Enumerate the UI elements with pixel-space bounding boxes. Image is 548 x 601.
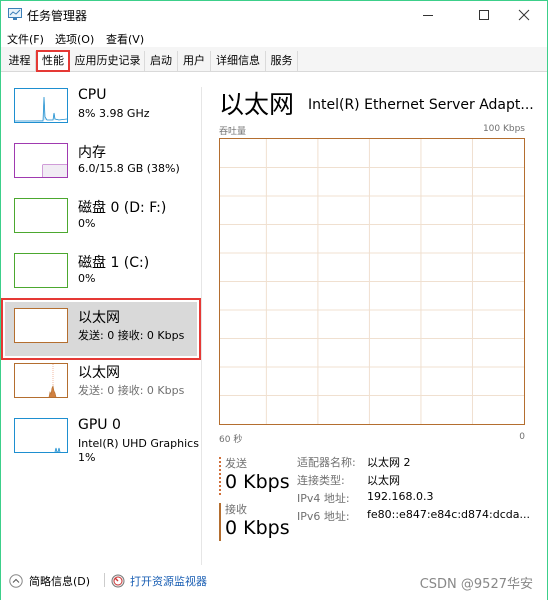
window-title: 任务管理器 (27, 9, 88, 23)
property-value: 以太网 2 (367, 456, 411, 469)
throughput-max-label: 100 Kbps (482, 124, 525, 134)
watermark: CSDN @9527华安 (419, 577, 533, 592)
close-icon (518, 9, 530, 21)
throughput-graph (219, 138, 525, 425)
disk-1-label: 磁盘 1 (C:) (78, 255, 150, 271)
receive-value: 0 Kbps (225, 517, 290, 539)
gpu-0-label: GPU 0 (78, 417, 121, 433)
menu-view[interactable]: 查看(V) (106, 31, 144, 47)
tab-services[interactable]: 服务 (266, 51, 298, 71)
tab-users[interactable]: 用户 (178, 51, 211, 71)
sidebar-item-ethernet-1[interactable]: 以太网 发送: 0 接收: 0 Kbps (1, 298, 201, 360)
adapter-name-heading: Intel(R) Ethernet Server Adapt... (308, 97, 534, 113)
detail-title: 以太网 (219, 90, 295, 119)
minimize-button[interactable] (405, 1, 451, 29)
menu-file[interactable]: 文件(F) (7, 31, 44, 47)
ethernet-2-throughput-text: 发送: 0 接收: 0 Kbps (78, 384, 185, 397)
disk-0-thumbnail-graph (14, 198, 68, 233)
property-key: 适配器名称: (297, 456, 356, 469)
graph-time-left-label: 60 秒 (219, 435, 243, 445)
resource-sidebar: CPU 8% 3.98 GHz 内存 6.0/15.8 GB (38%) 磁盘 … (1, 72, 201, 562)
sidebar-item-disk-0[interactable]: 磁盘 0 (D: F:) 0% (5, 192, 197, 246)
gpu-0-model-text: Intel(R) UHD Graphics (78, 437, 199, 450)
task-manager-window: 任务管理器 文件(F) 选项(O) 查看(V) 进程 性能 应用历史记录 启动 … (0, 0, 548, 600)
property-value: fe80::e847:e84c:d874:dcda... (367, 508, 530, 521)
footer-divider (104, 573, 105, 587)
open-resource-monitor-link[interactable]: 打开资源监视器 (111, 573, 207, 589)
resource-monitor-label: 打开资源监视器 (130, 575, 207, 588)
receive-legend-marker (219, 503, 221, 541)
property-key: IPv6 地址: (297, 510, 350, 523)
tab-performance[interactable]: 性能 (36, 50, 70, 72)
resource-monitor-icon (111, 574, 125, 588)
property-key: IPv4 地址: (297, 492, 350, 505)
throughput-graph-grid (220, 139, 524, 424)
sidebar-item-gpu-0[interactable]: GPU 0 Intel(R) UHD Graphics 1% (5, 412, 199, 466)
tab-startup[interactable]: 启动 (145, 51, 178, 71)
send-value: 0 Kbps (225, 471, 290, 493)
task-manager-app-icon (8, 8, 22, 20)
sidebar-item-memory[interactable]: 内存 6.0/15.8 GB (38%) (5, 137, 197, 191)
ethernet-2-label: 以太网 (78, 365, 120, 381)
memory-thumbnail-graph (14, 143, 68, 178)
tab-app-history[interactable]: 应用历史记录 (71, 51, 145, 71)
cpu-thumbnail-graph (14, 88, 68, 123)
gpu-0-thumbnail-graph (14, 418, 68, 453)
tab-details[interactable]: 详细信息 (211, 51, 266, 71)
chevron-up-circle-icon (9, 574, 23, 588)
sidebar-item-disk-1[interactable]: 磁盘 1 (C:) 0% (5, 247, 197, 301)
throughput-axis-label: 吞吐量 (219, 127, 247, 137)
graph-time-right-label: 0 (519, 432, 525, 442)
receive-label: 接收 (225, 503, 247, 516)
title-bar[interactable]: 任务管理器 (1, 1, 547, 29)
tab-bar: 进程 性能 应用历史记录 启动 用户 详细信息 服务 (1, 47, 547, 72)
memory-usage-text: 6.0/15.8 GB (38%) (78, 162, 180, 175)
tab-processes[interactable]: 进程 (4, 51, 36, 71)
ethernet-1-label: 以太网 (78, 310, 120, 326)
cpu-label: CPU (78, 87, 107, 103)
send-legend-marker (219, 457, 221, 495)
disk-1-thumbnail-graph (14, 253, 68, 288)
gpu-0-usage-text: 1% (78, 451, 96, 464)
ethernet-2-thumbnail-graph (14, 363, 68, 398)
sidebar-item-cpu[interactable]: CPU 8% 3.98 GHz (5, 82, 197, 136)
property-value: 192.168.0.3 (367, 490, 434, 503)
send-label: 发送 (225, 457, 247, 470)
disk-0-label: 磁盘 0 (D: F:) (78, 200, 167, 216)
brief-info-label: 简略信息(D) (29, 575, 91, 588)
memory-label: 内存 (78, 145, 106, 161)
menu-options[interactable]: 选项(O) (55, 31, 94, 47)
menu-bar: 文件(F) 选项(O) 查看(V) (1, 29, 547, 47)
disk-1-usage-text: 0% (78, 272, 96, 285)
maximize-icon (479, 10, 489, 20)
brief-info-button[interactable]: 简略信息(D) (9, 573, 90, 589)
close-button[interactable] (501, 1, 547, 29)
disk-0-usage-text: 0% (78, 217, 96, 230)
minimize-icon (423, 15, 433, 16)
ethernet-1-throughput-text: 发送: 0 接收: 0 Kbps (78, 329, 185, 342)
ethernet-1-thumbnail-graph (14, 308, 68, 343)
sidebar-item-ethernet-2[interactable]: 以太网 发送: 0 接收: 0 Kbps (5, 357, 197, 411)
property-key: 连接类型: (297, 474, 345, 487)
property-value: 以太网 (367, 474, 400, 487)
panel-divider[interactable] (201, 87, 202, 565)
cpu-usage-text: 8% 3.98 GHz (78, 107, 150, 120)
ethernet-detail-panel: 以太网 Intel(R) Ethernet Server Adapt... 吞吐… (211, 81, 541, 561)
